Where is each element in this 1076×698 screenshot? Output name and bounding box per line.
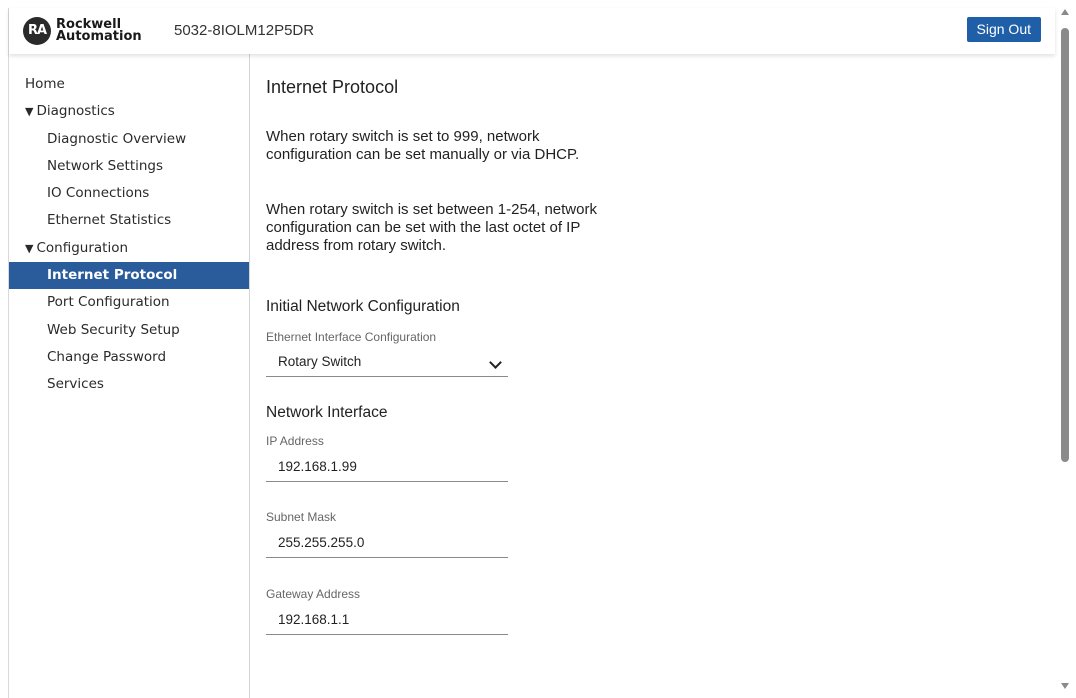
gateway-address-field[interactable]: 192.168.1.1 [266,606,508,635]
subnet-mask-field[interactable]: 255.255.255.0 [266,529,508,558]
sidebar-item-label: Diagnostic Overview [47,130,187,147]
sidebar-item-network-settings[interactable]: Network Settings [9,153,249,180]
ethernet-interface-config-select[interactable]: Rotary Switch [266,348,508,377]
sidebar-item-label: Diagnostics [36,103,115,120]
sidebar-item-change-password[interactable]: Change Password [9,344,249,371]
ethernet-interface-config-label: Ethernet Interface Configuration [266,330,437,344]
sign-out-button[interactable]: Sign Out [966,17,1041,42]
ip-address-field[interactable]: 192.168.1.99 [266,453,508,482]
sidebar-item-label: Web Security Setup [47,321,180,338]
sidebar-item-diagnostic-overview[interactable]: Diagnostic Overview [9,126,249,153]
sidebar-item-services[interactable]: Services [9,371,249,398]
chevron-down-icon [489,356,502,369]
nav-list: Home ▼ Diagnostics Diagnostic Overview Ne… [9,71,249,399]
sidebar-group-configuration[interactable]: ▼ Configuration [9,235,249,262]
sidebar-item-io-connections[interactable]: IO Connections [9,180,249,207]
select-value: Rotary Switch [278,354,362,369]
subnet-mask-label: Subnet Mask [266,510,337,524]
sidebar-group-diagnostics[interactable]: ▼ Diagnostics [9,98,249,125]
sidebar-item-internet-protocol[interactable]: Internet Protocol [9,262,249,290]
sidebar-item-label: Network Settings [47,157,164,174]
triangle-down-icon: ▼ [25,241,34,255]
sidebar-item-label: Services [47,376,104,393]
sidebar-item-ethernet-statistics[interactable]: Ethernet Statistics [9,207,249,234]
sidebar-item-port-configuration[interactable]: Port Configuration [9,289,249,316]
sidebar: Home ▼ Diagnostics Diagnostic Overview Ne… [9,54,250,698]
sidebar-item-label: Configuration [36,239,129,256]
ip-address-label: IP Address [266,434,324,448]
gateway-address-value: 192.168.1.1 [278,612,350,627]
page-scrollbar[interactable] [1055,0,1076,698]
scrollbar-thumb[interactable] [1061,28,1069,462]
network-interface-title: Network Interface [266,404,388,421]
page-title: Internet Protocol [266,77,399,97]
logo-line-2: Automation [56,29,142,44]
sidebar-item-label: Ethernet Statistics [47,212,172,229]
rotary-range-info: When rotary switch is set between 1-254,… [266,201,597,254]
scroll-up-icon[interactable] [1061,9,1069,15]
gateway-address-label: Gateway Address [266,587,361,601]
rotary-999-info: When rotary switch is set to 999, networ… [266,128,580,163]
ip-address-value: 192.168.1.99 [278,459,357,474]
subnet-mask-value: 255.255.255.0 [278,535,365,550]
sidebar-item-home[interactable]: Home [9,71,249,98]
sidebar-item-label: Change Password [47,348,167,365]
sidebar-item-label: Internet Protocol [47,267,178,284]
sidebar-item-label: Port Configuration [47,294,170,311]
triangle-down-icon: ▼ [25,105,34,119]
initial-network-config-title: Initial Network Configuration [266,298,460,315]
sidebar-item-web-security-setup[interactable]: Web Security Setup [9,317,249,344]
sidebar-item-label: IO Connections [47,185,150,202]
header-bar: RA Rockwell Automation 5032-8IOLM12P5DR … [9,8,1055,54]
device-name: 5032-8IOLM12P5DR [174,22,315,39]
sidebar-item-label: Home [25,76,65,92]
app-window: RA Rockwell Automation 5032-8IOLM12P5DR … [8,8,1055,698]
logo-wordmark: Rockwell Automation [56,18,142,44]
scroll-down-icon[interactable] [1061,683,1069,689]
rockwell-logo-icon: RA [23,17,51,45]
rockwell-logo: RA Rockwell Automation [23,17,142,45]
